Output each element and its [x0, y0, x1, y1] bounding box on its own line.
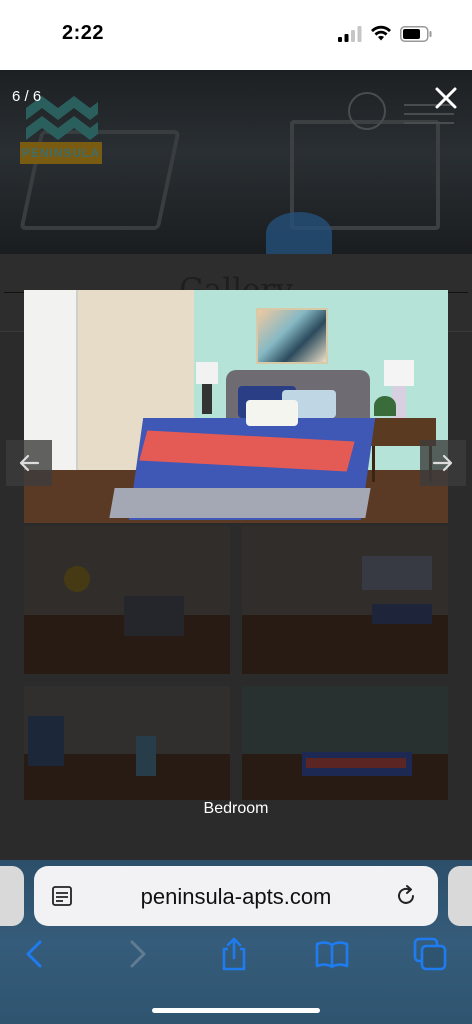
hero-image: PENINSULA 6 / 6 [0, 70, 472, 254]
gallery-thumbnail[interactable] [242, 686, 448, 800]
address-bar[interactable]: peninsula-apts.com [34, 866, 438, 926]
logo-wordmark: PENINSULA [20, 142, 102, 164]
arrow-left-icon [19, 454, 40, 472]
status-bar: 2:22 [0, 0, 472, 70]
reload-icon[interactable] [394, 884, 418, 908]
wifi-icon [371, 25, 391, 41]
image-counter: 6 / 6 [12, 88, 42, 105]
previous-image-button[interactable] [6, 440, 52, 486]
browser-toolbar: peninsula-apts.com [0, 860, 472, 1024]
forward-button[interactable] [118, 936, 154, 972]
gallery-thumbnail[interactable] [242, 526, 448, 674]
next-image-button[interactable] [420, 440, 466, 486]
tabs-button[interactable] [412, 936, 448, 972]
arrow-right-icon [432, 454, 453, 472]
battery-icon [400, 26, 432, 42]
status-time: 2:22 [62, 22, 105, 44]
previous-tab-peek[interactable] [0, 866, 24, 926]
lightbox-image[interactable] [24, 290, 448, 523]
moon-icon [348, 92, 386, 130]
next-tab-peek[interactable] [448, 866, 472, 926]
url-text: peninsula-apts.com [140, 884, 332, 909]
back-button[interactable] [18, 936, 54, 972]
gallery-thumbnail[interactable] [24, 526, 230, 674]
gallery-thumbnail[interactable] [24, 686, 230, 800]
share-button[interactable] [216, 936, 252, 972]
home-indicator [152, 1008, 320, 1013]
close-icon[interactable] [432, 84, 460, 112]
cellular-signal-icon [338, 26, 362, 42]
bookmarks-button[interactable] [314, 936, 350, 972]
image-caption: Bedroom [203, 800, 269, 817]
